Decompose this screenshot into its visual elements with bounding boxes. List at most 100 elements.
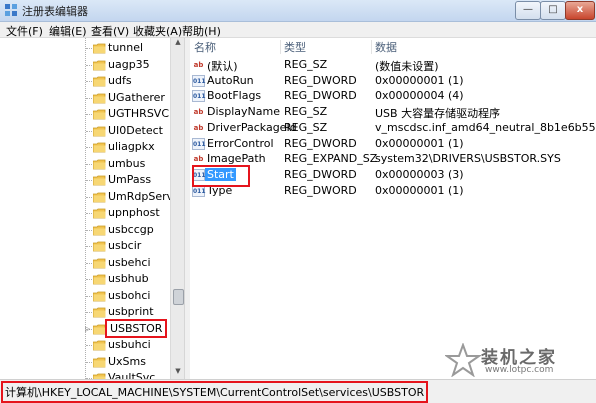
scroll-up-arrow-icon[interactable]: ▲ <box>171 38 185 50</box>
menu-view[interactable]: 查看(V) <box>91 23 129 39</box>
value-row[interactable]: 011 AutoRun REG_DWORD 0x00000001 (1) <box>190 73 596 89</box>
value-name: (默认) <box>207 60 238 73</box>
tree-item-label: usbohci <box>108 288 151 302</box>
value-data: system32\DRIVERS\USBSTOR.SYS <box>375 152 561 166</box>
tree-connector <box>86 279 92 280</box>
tree-connector <box>86 262 92 264</box>
tree-connector <box>86 246 92 247</box>
folder-icon <box>93 109 106 120</box>
menu-edit[interactable]: 编辑(E) <box>49 23 87 39</box>
value-data: (数值未设置) <box>375 60 439 73</box>
title-bar: 注册表编辑器 — □ x <box>0 0 596 22</box>
minimize-button[interactable]: — <box>515 1 541 20</box>
folder-icon <box>93 274 106 285</box>
tree-connector <box>86 64 92 66</box>
tree-item-label: uagp35 <box>108 57 150 71</box>
value-row[interactable]: 011 BootFlags REG_DWORD 0x00000004 (4) <box>190 88 596 104</box>
menu-help[interactable]: 帮助(H) <box>182 23 221 39</box>
folder-icon <box>93 225 106 235</box>
tree-item-label: UGTHRSVC <box>108 107 170 120</box>
folder-icon <box>93 291 106 301</box>
tree-connector <box>86 295 92 297</box>
tree-connector <box>86 130 92 132</box>
value-row[interactable]: 011 Start REG_DWORD 0x00000003 (3) <box>190 167 596 183</box>
folder-icon <box>93 324 106 334</box>
value-row[interactable]: ab DriverPackageId REG_SZ v_mscdsc.inf_amd6… <box>190 120 596 136</box>
column-header-name[interactable]: 名称 <box>194 39 216 55</box>
folder-icon <box>93 142 106 153</box>
value-data: 0x00000001 (1) <box>375 183 464 197</box>
binary-value-icon: 011 <box>192 74 206 87</box>
start-highlight-box <box>192 165 250 187</box>
value-data: USB 大容量存储驱动程序 <box>375 107 501 121</box>
value-name: AutoRun <box>207 73 254 87</box>
tree-item-label: usbcir <box>108 239 142 252</box>
value-type: REG_EXPAND_SZ <box>284 152 378 166</box>
watermark-url: www.lotpc.com <box>485 365 554 375</box>
tree-item-label: usbccgp <box>108 222 154 236</box>
expand-arrow-icon[interactable]: ▷ <box>85 325 90 333</box>
values-list-pane[interactable]: 名称 类型 数据 ab (默认) REG_SZ (数值未设置) 011 AutoRun RE… <box>190 38 596 379</box>
value-name: ImagePath <box>207 152 266 166</box>
tree-connector <box>86 312 92 313</box>
tree-connector <box>86 163 92 165</box>
folder-icon <box>93 340 106 351</box>
scroll-down-arrow-icon[interactable]: ▼ <box>171 367 185 379</box>
watermark: 装机之家 www.lotpc.com <box>445 343 595 383</box>
folder-icon <box>93 159 106 169</box>
tree-item-label: UGatherer <box>108 90 165 104</box>
tree-item-label: usbprint <box>108 305 154 318</box>
value-type: REG_SZ <box>284 58 328 71</box>
column-divider[interactable] <box>371 40 372 54</box>
menu-favorites[interactable]: 收藏夹(A) <box>133 23 182 39</box>
menu-bar: 文件(F) 编辑(E) 查看(V) 收藏夹(A) 帮助(H) <box>0 22 596 38</box>
value-data: 0x00000001 (1) <box>375 73 464 87</box>
tree-item-label: usbuhci <box>108 338 151 351</box>
value-row[interactable]: ab (默认) REG_SZ (数值未设置) <box>190 57 596 73</box>
folder-icon <box>93 43 106 54</box>
folder-icon <box>93 93 106 103</box>
tree-item-label: umbus <box>108 156 146 170</box>
tree-item-label: UxSms <box>108 354 146 368</box>
value-type: REG_DWORD <box>284 136 357 150</box>
menu-file[interactable]: 文件(F) <box>6 23 43 39</box>
value-data: 0x00000004 (4) <box>375 89 464 103</box>
tree-item-label: USBSTOR <box>104 318 168 338</box>
column-header-type[interactable]: 类型 <box>284 39 306 55</box>
value-row[interactable]: ab ImagePath REG_EXPAND_SZ system32\DRIVERS… <box>190 151 596 167</box>
string-value-icon: ab <box>193 155 204 164</box>
value-type: REG_DWORD <box>284 89 357 103</box>
value-type: REG_DWORD <box>284 167 357 181</box>
tree-item-label: usbehci <box>108 255 151 269</box>
tree-item-label: udfs <box>108 74 132 87</box>
tree-connector <box>86 180 92 181</box>
string-value-icon: ab <box>193 123 204 132</box>
tree-scrollbar[interactable]: ▲ ▼ <box>170 38 185 379</box>
tree-scroll-thumb[interactable] <box>173 289 184 305</box>
binary-value-icon: 011 <box>192 90 206 103</box>
close-button[interactable]: x <box>565 1 595 20</box>
window-title: 注册表编辑器 <box>22 5 88 18</box>
tree-item-label: VaultSvc <box>108 371 156 379</box>
column-divider[interactable] <box>280 40 281 54</box>
folder-icon <box>93 76 106 87</box>
tree-connector <box>86 97 92 99</box>
value-name: ErrorControl <box>207 136 274 150</box>
column-header-data[interactable]: 数据 <box>375 39 397 55</box>
maximize-button[interactable]: □ <box>540 1 566 20</box>
value-type: REG_DWORD <box>284 183 357 197</box>
registry-editor-window: 注册表编辑器 — □ x 文件(F) 编辑(E) 查看(V) 收藏夹(A) 帮助… <box>0 0 596 403</box>
folder-icon <box>93 192 106 202</box>
value-row[interactable]: 011 Type REG_DWORD 0x00000001 (1) <box>190 183 596 199</box>
tree-connector <box>86 196 92 198</box>
folder-icon <box>93 208 106 219</box>
tree-item-label: UI0Detect <box>108 123 163 137</box>
registry-path: 计算机\HKEY_LOCAL_MACHINE\SYSTEM\CurrentCon… <box>0 381 429 403</box>
registry-tree-pane[interactable]: tunnel uagp35 udfs UGatherer UGTHRSVC UI0Dete… <box>0 38 184 379</box>
tree-item-label: upnphost <box>108 206 160 219</box>
value-row[interactable]: 011 ErrorControl REG_DWORD 0x00000001 (1) <box>190 136 596 152</box>
tree-item-label: usbhub <box>108 272 149 285</box>
tree-connector <box>86 114 92 115</box>
tree-item-label: uliagpkx <box>108 140 155 153</box>
value-row[interactable]: ab DisplayName REG_SZ USB 大容量存储驱动程序 <box>190 104 596 120</box>
